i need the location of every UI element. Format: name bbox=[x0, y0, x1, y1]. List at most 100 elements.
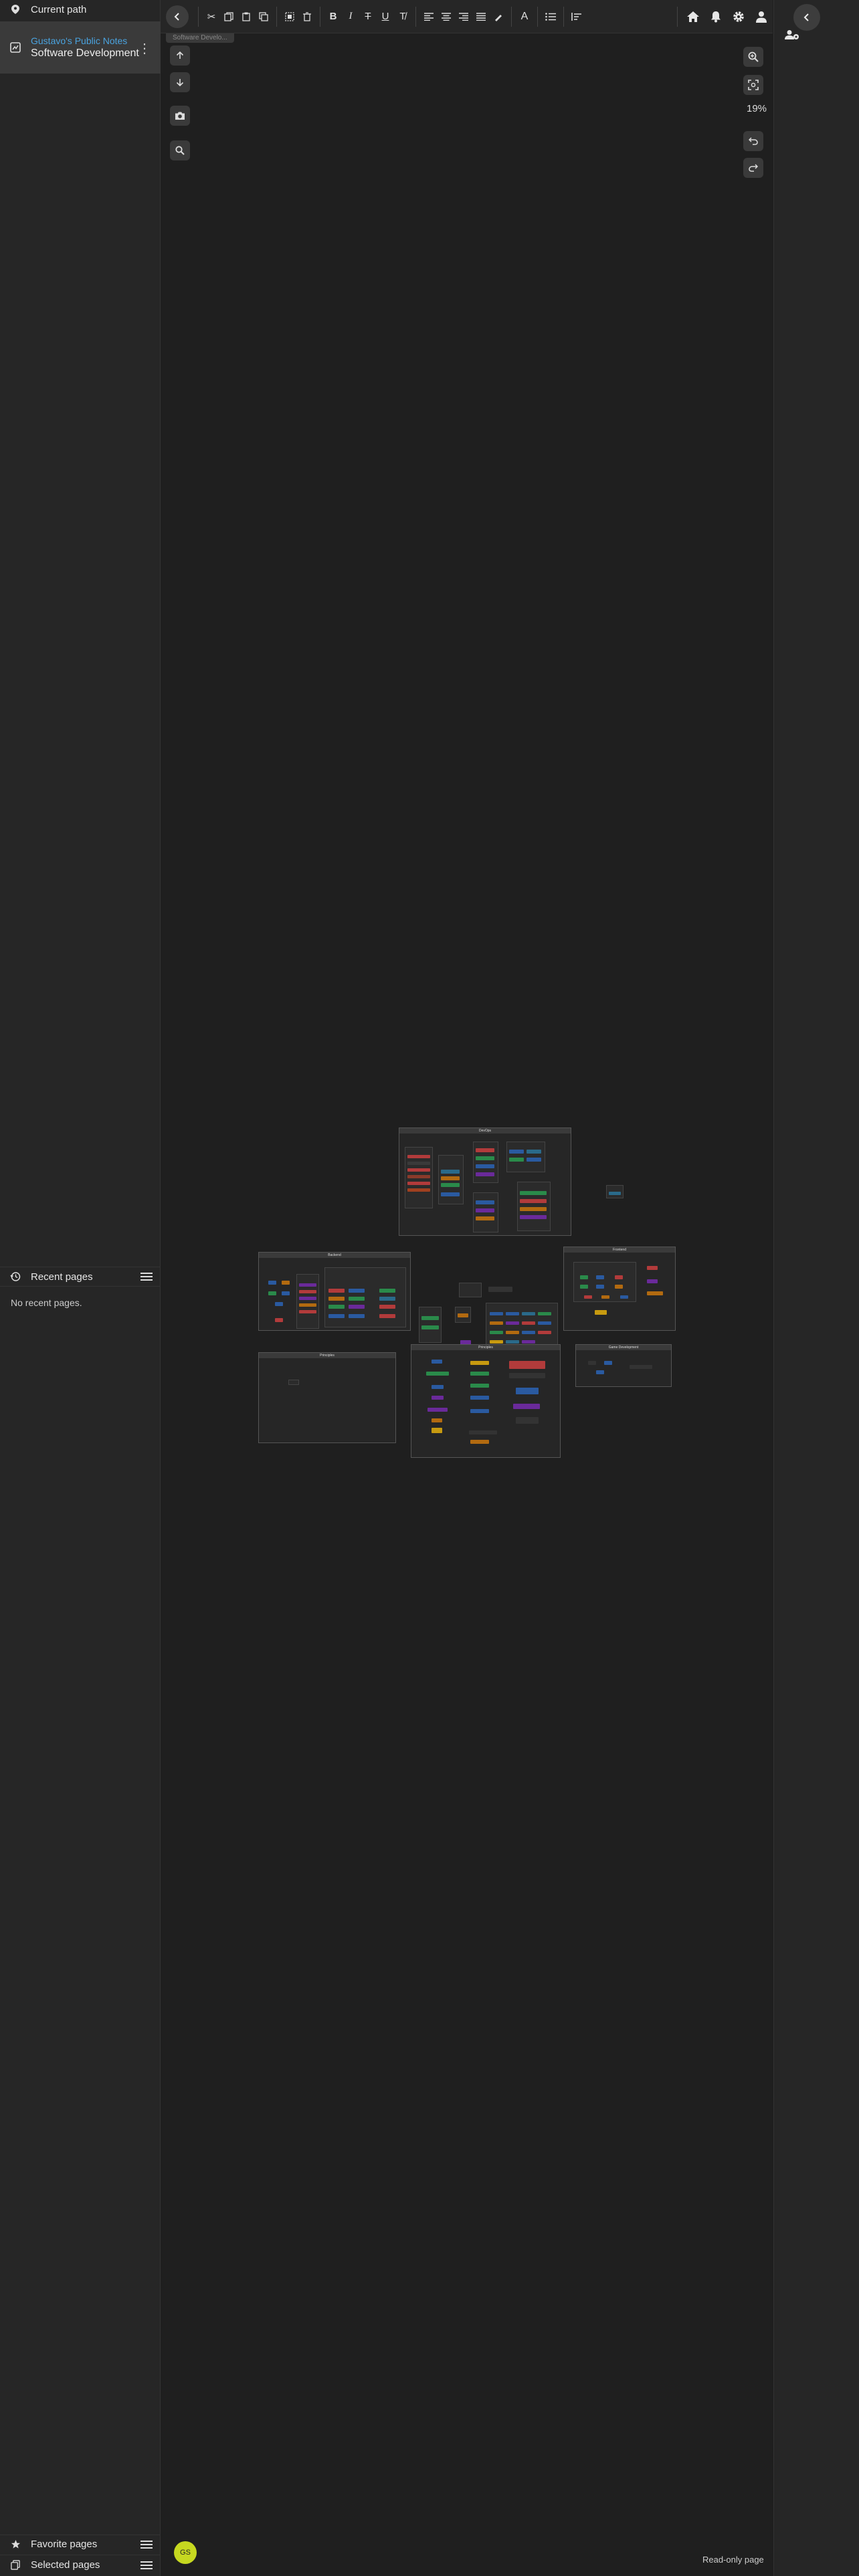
text-color-icon[interactable]: A bbox=[516, 8, 533, 25]
user-avatar[interactable]: GS bbox=[174, 2541, 197, 2564]
current-path-header[interactable]: Current path bbox=[0, 0, 161, 19]
favorites-menu-icon[interactable] bbox=[140, 2540, 153, 2549]
bold-icon[interactable]: B bbox=[324, 8, 342, 25]
user-icon[interactable] bbox=[750, 8, 773, 25]
collapse-panel-icon[interactable] bbox=[793, 4, 820, 31]
recent-pages-header: Recent pages bbox=[0, 1267, 161, 1287]
read-only-label: Read-only page bbox=[702, 2555, 764, 2565]
selected-pages-header[interactable]: Selected pages bbox=[0, 2555, 161, 2575]
lang-item bbox=[490, 1321, 503, 1325]
lang-item bbox=[522, 1331, 535, 1334]
recent-pages-label: Recent pages bbox=[31, 1271, 93, 1283]
bell-icon[interactable] bbox=[704, 8, 727, 25]
location-pin-icon bbox=[9, 3, 21, 15]
cut-icon[interactable]: ✂ bbox=[203, 8, 220, 25]
principles-frame[interactable]: Principles bbox=[258, 1352, 396, 1443]
lang-item bbox=[538, 1312, 551, 1315]
search-button[interactable] bbox=[170, 140, 190, 160]
game-dev-frame-title: Game Development bbox=[576, 1345, 671, 1350]
highlight-icon[interactable] bbox=[490, 8, 507, 25]
home-icon[interactable] bbox=[682, 8, 704, 25]
tools-item bbox=[458, 1313, 468, 1317]
align-top-icon[interactable] bbox=[568, 8, 585, 25]
undo-button[interactable] bbox=[743, 131, 763, 151]
arrow-down-button[interactable] bbox=[170, 72, 190, 92]
app-root: Current path Gustavo's Public Notes Soft… bbox=[0, 0, 859, 2576]
clear-format-icon[interactable]: T̸ bbox=[394, 8, 411, 25]
lang-item bbox=[490, 1331, 503, 1334]
page-name-chip: Software Develo... bbox=[166, 33, 234, 43]
right-sidebar bbox=[773, 0, 859, 2576]
zoom-level: 19% bbox=[747, 103, 767, 114]
zoom-in-button[interactable] bbox=[743, 47, 763, 67]
dev-tools-item bbox=[421, 1325, 439, 1329]
more-options-icon[interactable]: ⋮ bbox=[138, 40, 151, 57]
page-title: Software Development bbox=[31, 47, 139, 59]
toolbar-separator bbox=[563, 6, 564, 27]
align-justify-icon[interactable] bbox=[472, 8, 490, 25]
copy-icon[interactable] bbox=[220, 8, 237, 25]
redo-button[interactable] bbox=[743, 158, 763, 178]
fit-to-screen-button[interactable] bbox=[743, 75, 763, 95]
back-icon[interactable] bbox=[166, 5, 189, 28]
current-page-entry[interactable]: Gustavo's Public Notes Software Developm… bbox=[0, 21, 161, 74]
lang-item bbox=[506, 1321, 519, 1325]
game-dev-frame[interactable]: Game Development bbox=[575, 1344, 672, 1387]
lang-item bbox=[538, 1331, 551, 1334]
frontend-frame[interactable]: Frontend bbox=[563, 1247, 676, 1331]
favorite-pages-header[interactable]: Favorite pages bbox=[0, 2535, 161, 2553]
align-center-icon[interactable] bbox=[438, 8, 455, 25]
list-icon[interactable] bbox=[542, 8, 559, 25]
dev-tools-item bbox=[421, 1316, 439, 1320]
manage-users-icon[interactable] bbox=[784, 29, 800, 43]
current-path-label: Current path bbox=[31, 3, 87, 15]
recent-menu-icon[interactable] bbox=[140, 1273, 153, 1281]
note-box bbox=[459, 1283, 482, 1297]
backend-frame-title: Backend bbox=[259, 1253, 410, 1258]
strikethrough-icon[interactable]: T bbox=[359, 8, 377, 25]
principles-frame-title: Principles bbox=[259, 1353, 395, 1358]
toolbar-separator bbox=[198, 6, 199, 27]
frontend-frame-title: Frontend bbox=[564, 1247, 675, 1253]
page-icon bbox=[9, 41, 21, 53]
gear-icon[interactable] bbox=[727, 8, 750, 25]
duplicate-icon[interactable] bbox=[255, 8, 272, 25]
star-icon bbox=[9, 2539, 21, 2551]
page-parent-link[interactable]: Gustavo's Public Notes bbox=[31, 36, 139, 45]
lang-item bbox=[506, 1331, 519, 1334]
toolbar-separator bbox=[511, 6, 512, 27]
delete-icon[interactable] bbox=[298, 8, 316, 25]
selected-menu-icon[interactable] bbox=[140, 2561, 153, 2569]
devops-frame[interactable]: DevOps bbox=[399, 1128, 571, 1236]
recent-pages-empty: No recent pages. bbox=[11, 1297, 82, 1308]
backend-frame[interactable]: Backend bbox=[258, 1252, 411, 1331]
lang-item bbox=[490, 1340, 503, 1344]
paste-icon[interactable] bbox=[237, 8, 255, 25]
toolbar-separator bbox=[537, 6, 538, 27]
arrow-up-button[interactable] bbox=[170, 45, 190, 66]
dev-tools-box bbox=[419, 1307, 442, 1343]
camera-button[interactable] bbox=[170, 106, 190, 126]
underline-icon[interactable]: U bbox=[377, 8, 394, 25]
toolbar-separator bbox=[415, 6, 416, 27]
left-sidebar: Current path Gustavo's Public Notes Soft… bbox=[0, 0, 161, 2576]
formatting-toolbar: ✂ B I T U T̸ A bbox=[161, 0, 773, 33]
align-right-icon[interactable] bbox=[455, 8, 472, 25]
devops-frame-title: DevOps bbox=[399, 1128, 571, 1134]
misc-item bbox=[609, 1192, 621, 1195]
select-icon[interactable] bbox=[281, 8, 298, 25]
note-label bbox=[488, 1287, 512, 1292]
lang-item bbox=[490, 1312, 503, 1315]
align-left-icon[interactable] bbox=[420, 8, 438, 25]
lang-item bbox=[506, 1340, 519, 1344]
lang-item bbox=[522, 1340, 535, 1344]
history-icon bbox=[9, 1271, 21, 1283]
toolbar-separator bbox=[276, 6, 277, 27]
lang-item bbox=[522, 1312, 535, 1315]
lang-item bbox=[538, 1321, 551, 1325]
principles-frame-2[interactable]: Principles bbox=[411, 1344, 561, 1458]
toolbar-separator bbox=[677, 6, 678, 27]
whiteboard-canvas[interactable]: Software Develo... 19% DevOps Backend Fr… bbox=[161, 33, 773, 2576]
italic-icon[interactable]: I bbox=[342, 8, 359, 25]
principles-2-title: Principles bbox=[411, 1345, 560, 1350]
